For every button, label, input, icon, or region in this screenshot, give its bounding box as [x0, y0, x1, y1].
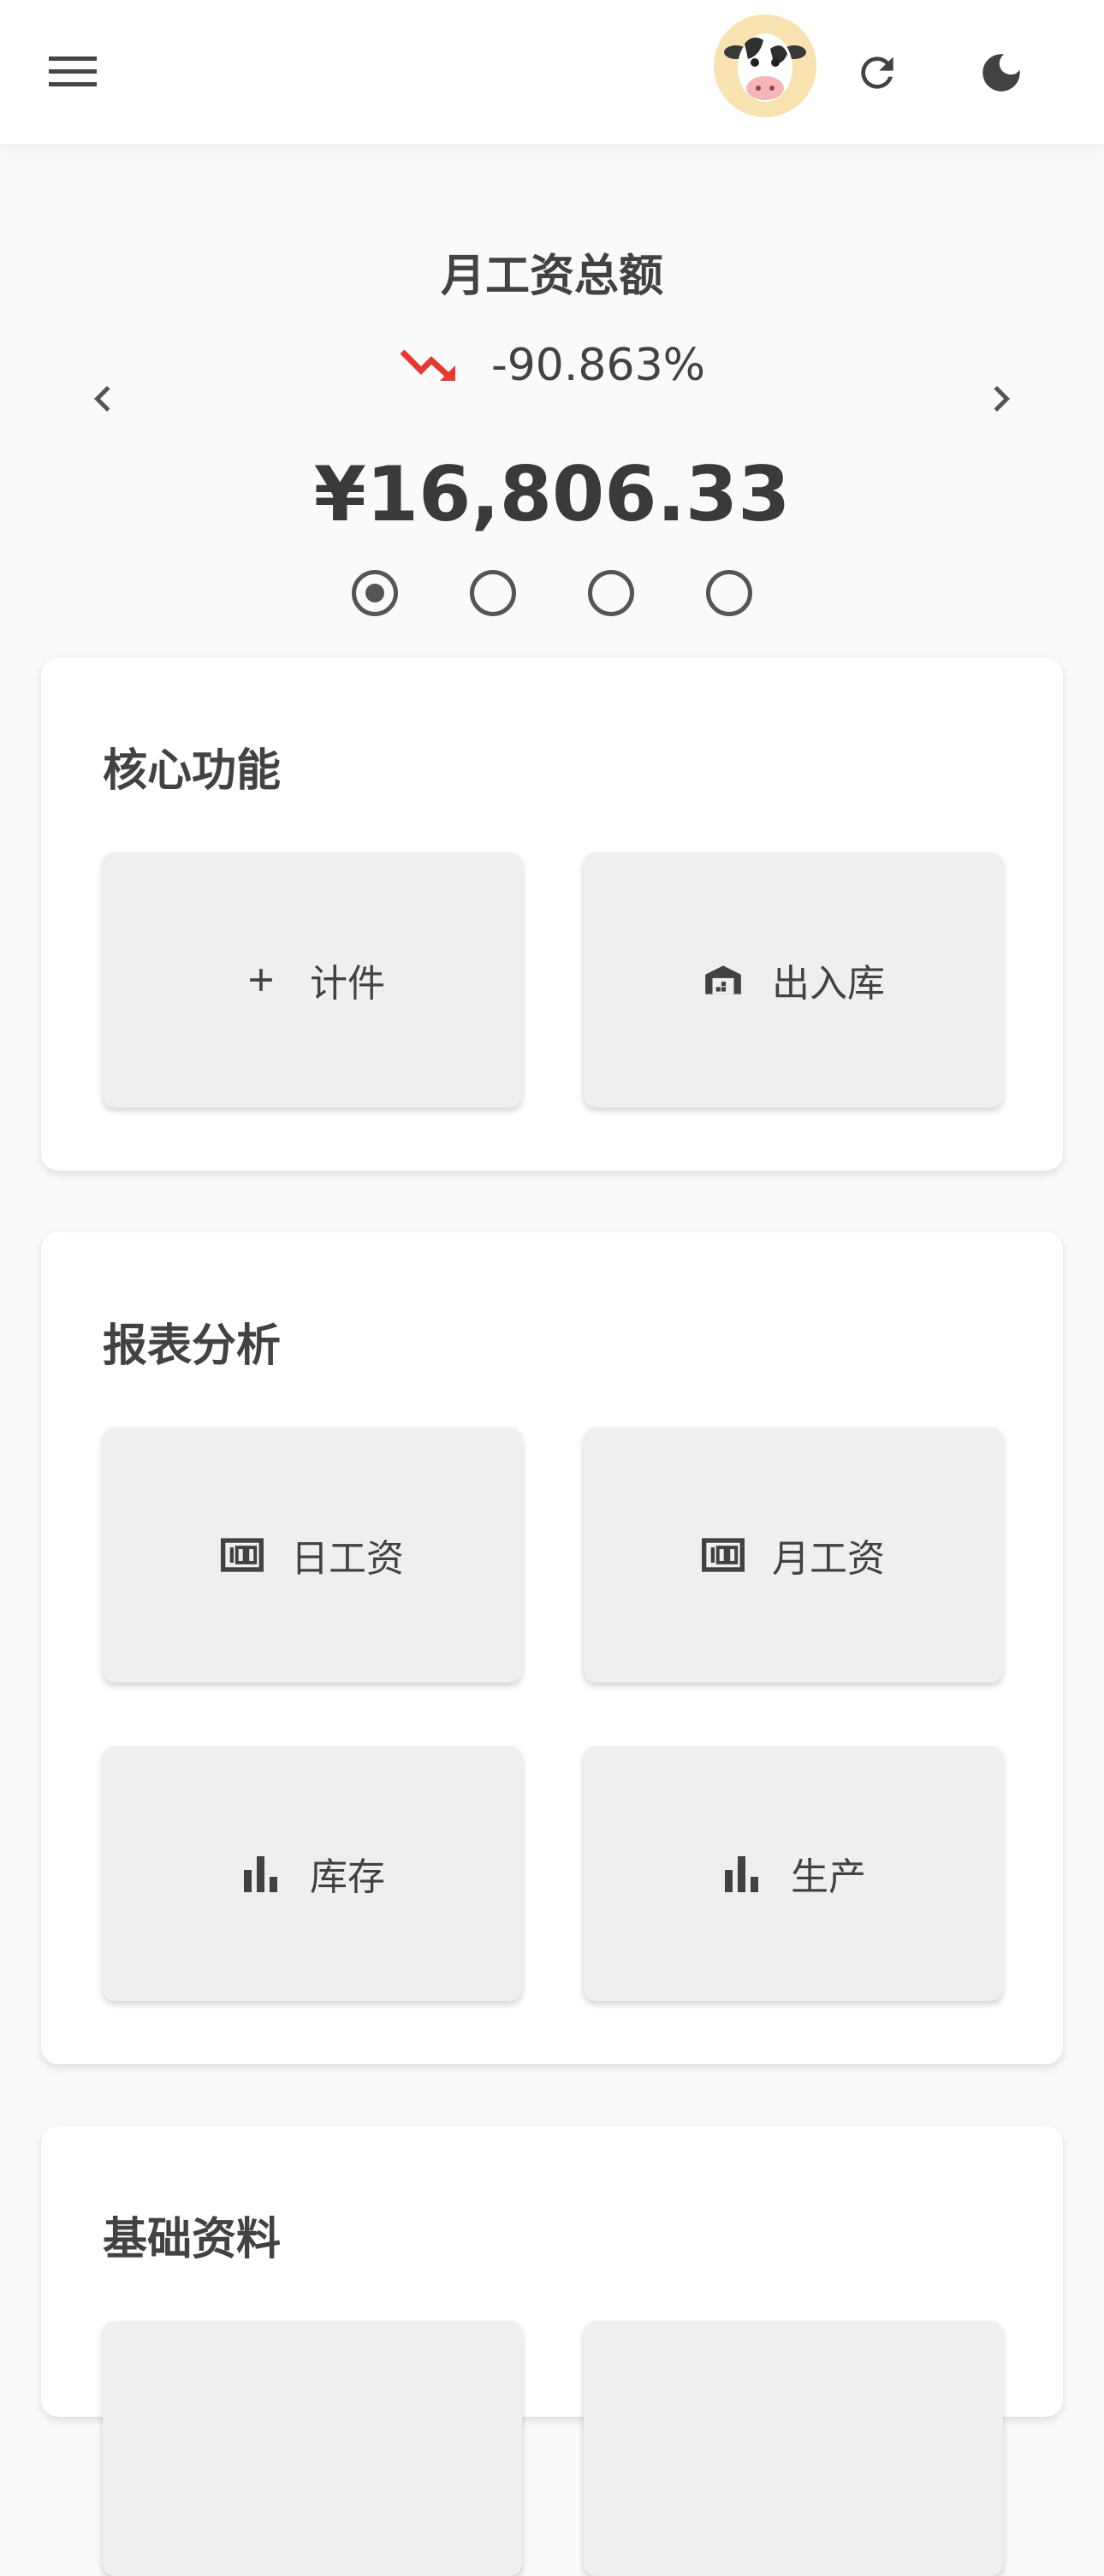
trending-down-icon — [400, 349, 455, 382]
menu-button[interactable] — [34, 38, 111, 106]
plus-icon — [240, 959, 282, 1001]
previous-button[interactable] — [77, 373, 128, 424]
avatar[interactable] — [714, 15, 816, 117]
top-app-bar — [0, 0, 1104, 144]
card-title: 报表分析 — [103, 1321, 282, 1372]
bar-chart-icon — [240, 1852, 282, 1895]
carousel-dot-2[interactable] — [470, 570, 516, 616]
trend-row: -90.863% — [0, 335, 1104, 395]
carousel-dot-4[interactable] — [706, 570, 752, 616]
inventory-report-button[interactable]: 库存 — [103, 1746, 522, 2001]
tile-label: 计件 — [310, 962, 385, 1006]
basic-data-card: 基础资料 — [41, 2126, 1063, 2576]
tile-label: 生产 — [791, 1855, 866, 1899]
card-title: 基础资料 — [103, 2214, 282, 2265]
basic-data-tile[interactable] — [103, 2321, 522, 2576]
chevron-left-icon — [94, 386, 110, 412]
next-button[interactable] — [976, 373, 1027, 424]
bar-chart-icon — [721, 1852, 763, 1895]
carousel-dot-1[interactable] — [352, 570, 398, 616]
moon-icon — [982, 54, 1020, 92]
inventory-in-out-button[interactable]: 出入库 — [584, 852, 1003, 1107]
percent-change: -90.863% — [490, 340, 706, 391]
tile-label: 出入库 — [772, 962, 885, 1006]
total-amount: ¥16,806.33 — [313, 450, 791, 538]
tile-label: 库存 — [310, 1855, 385, 1899]
card-title: 核心功能 — [103, 745, 282, 797]
warehouse-icon — [702, 959, 745, 1001]
daily-wage-button[interactable]: 日工资 — [103, 1427, 522, 1683]
theme-toggle-button[interactable] — [963, 34, 1040, 111]
summary-title: 月工资总额 — [440, 251, 663, 302]
reports-card: 报表分析 日工资 月工资 库存 生产 — [41, 1232, 1063, 2064]
core-functions-card: 核心功能 计件 出入库 — [41, 657, 1063, 1171]
carousel-indicators — [0, 570, 1104, 623]
monthly-wage-button[interactable]: 月工资 — [584, 1427, 1003, 1683]
tile-label: 日工资 — [291, 1537, 404, 1581]
production-report-button[interactable]: 生产 — [584, 1746, 1003, 2001]
chevron-right-icon — [994, 386, 1010, 412]
menu-icon — [49, 56, 97, 86]
refresh-icon — [861, 56, 893, 89]
piecework-button[interactable]: 计件 — [103, 852, 522, 1107]
cow-avatar-icon — [714, 15, 816, 117]
counter-icon — [702, 1534, 745, 1576]
refresh-button[interactable] — [839, 34, 916, 111]
basic-data-tile[interactable] — [584, 2321, 1003, 2576]
tile-label: 月工资 — [772, 1537, 885, 1581]
counter-icon — [221, 1534, 264, 1576]
carousel-dot-3[interactable] — [588, 570, 634, 616]
